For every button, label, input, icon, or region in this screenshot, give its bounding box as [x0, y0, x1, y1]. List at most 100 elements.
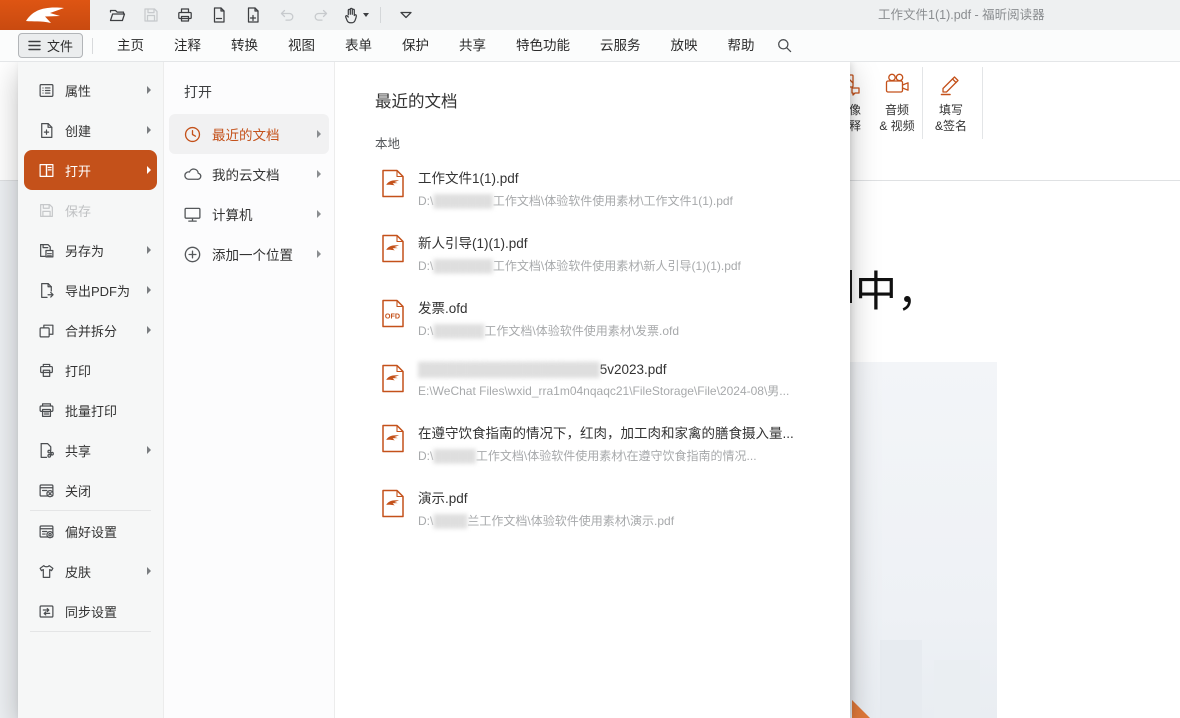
file-path: D:\█████工作文档\体验软件使用素材\在遵守饮食指南的情况... [418, 447, 794, 464]
menu-tab-convert[interactable]: 转换 [216, 31, 273, 61]
recent-file-row-2[interactable]: 新人引导(1)(1).pdf D:\███████工作文档\体验软件使用素材\新人… [381, 232, 850, 274]
sync-icon [38, 603, 55, 620]
svg-text:OFD: OFD [385, 312, 400, 321]
menu-tab-share[interactable]: 共享 [444, 31, 501, 61]
file-menu-item-label: 共享 [65, 441, 91, 460]
open-panel-item-computer[interactable]: 计算机 [169, 194, 329, 234]
redacted-text: ███████████████████ [418, 362, 600, 377]
openbook-icon [38, 162, 55, 179]
folder-icon [108, 6, 126, 24]
title-bar: 工作文件1(1).pdf - 福昕阅读器 [0, 0, 1180, 30]
file-menu-item-preferences[interactable]: 偏好设置 [18, 511, 163, 551]
open-panel-item-label: 我的云文档 [212, 164, 280, 184]
open-panel-item-recent-docs[interactable]: 最近的文档 [169, 114, 329, 154]
customize-toolbar-button[interactable] [393, 3, 419, 27]
foxit-logo [0, 0, 90, 30]
file-menu-item-batch-print[interactable]: 批量打印 [18, 390, 163, 430]
file-name: ███████████████████5v2023.pdf [418, 362, 789, 377]
recent-file-row-1[interactable]: 工作文件1(1).pdf D:\███████工作文档\体验软件使用素材\工作文件… [381, 167, 850, 209]
page-extract-button[interactable] [206, 3, 232, 27]
menu-tab-cloud-service[interactable]: 云服务 [585, 31, 656, 61]
file-path: D:\████兰工作文档\体验软件使用素材\演示.pdf [418, 512, 674, 529]
file-menu-sidebar: 属性创建打开保存另存为导出PDF为合并拆分打印批量打印共享关闭偏好设置皮肤同步设… [18, 62, 163, 718]
file-menu-item-merge-split[interactable]: 合并拆分 [18, 310, 163, 350]
recent-file-row-3[interactable]: OFD发票.ofdD:\██████工作文档\体验软件使用素材\发票.ofd [381, 297, 850, 339]
open-panel: 打开 最近的文档我的云文档计算机添加一个位置 [163, 62, 335, 718]
menu-tab-home[interactable]: 主页 [102, 31, 159, 61]
chevron-icon [397, 6, 415, 24]
open-panel-item-add-place[interactable]: 添加一个位置 [169, 234, 329, 274]
submenu-arrow-icon [147, 567, 151, 575]
file-menu-item-label: 同步设置 [65, 602, 117, 621]
pdf-file-icon [381, 424, 405, 453]
ofd-file-icon: OFD [381, 299, 405, 328]
local-group-label: 本地 [375, 133, 850, 152]
redacted-text: █████ [433, 449, 476, 463]
submenu-arrow-icon [317, 210, 321, 218]
file-path: D:\███████工作文档\体验软件使用素材\新人引导(1)(1).pdf [418, 257, 741, 274]
file-menu-item-sync-settings[interactable]: 同步设置 [18, 591, 163, 631]
open-file-button[interactable] [104, 3, 130, 27]
file-menu-item-close[interactable]: 关闭 [18, 470, 163, 510]
image-detail [934, 660, 980, 718]
print-button[interactable] [172, 3, 198, 27]
file-menu-item-label: 保存 [65, 201, 91, 220]
file-name: 工作文件1(1).pdf [418, 167, 733, 187]
file-menu-item-print[interactable]: 打印 [18, 350, 163, 390]
file-menu-item-label: 创建 [65, 121, 91, 140]
file-menu-item-label: 打印 [65, 361, 91, 380]
ribbon-separator [922, 67, 923, 139]
file-menu-item-skin[interactable]: 皮肤 [18, 551, 163, 591]
hand-icon [342, 6, 360, 24]
file-path: D:\███████工作文档\体验软件使用素材\工作文件1(1).pdf [418, 192, 733, 209]
recent-file-row-6[interactable]: 演示.pdf D:\████兰工作文档\体验软件使用素材\演示.pdf [381, 487, 850, 529]
close-doc-icon [38, 482, 55, 499]
menu-tab-comment[interactable]: 注释 [159, 31, 216, 61]
redacted-text: ████ [433, 514, 467, 528]
submenu-arrow-icon [317, 130, 321, 138]
file-path: E:\WeChat Files\wxid_rra1m04nqaqc21\File… [418, 382, 789, 399]
floppy-icon [142, 6, 160, 24]
hand-tool-button[interactable] [342, 3, 368, 27]
file-menu-item-share[interactable]: 共享 [18, 430, 163, 470]
recent-file-row-4[interactable]: ███████████████████5v2023.pdf E:\WeChat F… [381, 362, 850, 399]
submenu-arrow-icon [147, 126, 151, 134]
recent-file-row-5[interactable]: 在遵守饮食指南的情况下，红肉，加工肉和家禽的膳食摄入量...D:\█████工作… [381, 422, 850, 464]
file-name: 新人引导(1)(1).pdf [418, 232, 741, 252]
ribbon-button-fill-sign[interactable]: 填写&签名 [928, 69, 974, 134]
menu-tab-protect[interactable]: 保护 [387, 31, 444, 61]
file-menu-item-export-pdf[interactable]: 导出PDF为 [18, 270, 163, 310]
file-menu-item-save-as[interactable]: 另存为 [18, 230, 163, 270]
menu-tab-form[interactable]: 表单 [330, 31, 387, 61]
page-plus-icon [244, 6, 262, 24]
file-menu-item-create[interactable]: 创建 [18, 110, 163, 150]
page-create-button[interactable] [240, 3, 266, 27]
file-menu-item-label: 批量打印 [65, 401, 117, 420]
page-icon [210, 6, 228, 24]
menu-tab-view[interactable]: 视图 [273, 31, 330, 61]
window-title: 工作文件1(1).pdf - 福昕阅读器 [878, 0, 1045, 30]
save-icon [38, 202, 55, 219]
menu-tab-presentation[interactable]: 放映 [656, 31, 713, 61]
pdf-file-icon [381, 364, 405, 393]
ribbon-button-audio-video[interactable]: 音频& 视频 [872, 69, 922, 134]
properties-icon [38, 82, 55, 99]
menu-tab-help[interactable]: 帮助 [713, 31, 770, 61]
image-detail [880, 640, 922, 718]
file-menu-item-open[interactable]: 打开 [24, 150, 157, 190]
sidebar-divider [30, 631, 151, 632]
file-name: 演示.pdf [418, 487, 674, 507]
undo-icon [278, 6, 296, 24]
batch-print-icon [38, 402, 55, 419]
file-menu-item-properties[interactable]: 属性 [18, 70, 163, 110]
menu-tab-special-features[interactable]: 特色功能 [501, 31, 585, 61]
search-button[interactable] [772, 33, 798, 59]
submenu-arrow-icon [147, 286, 151, 294]
open-panel-item-label: 添加一个位置 [212, 244, 293, 264]
ribbon-separator [982, 67, 983, 139]
open-panel-item-cloud-docs[interactable]: 我的云文档 [169, 154, 329, 194]
document-embedded-image [850, 362, 997, 718]
file-menu-button[interactable]: 文件 [18, 33, 83, 58]
pdf-file-icon [381, 169, 405, 198]
menu-bar: 文件 主页注释转换视图表单保护共享特色功能云服务放映帮助 [0, 30, 1180, 62]
